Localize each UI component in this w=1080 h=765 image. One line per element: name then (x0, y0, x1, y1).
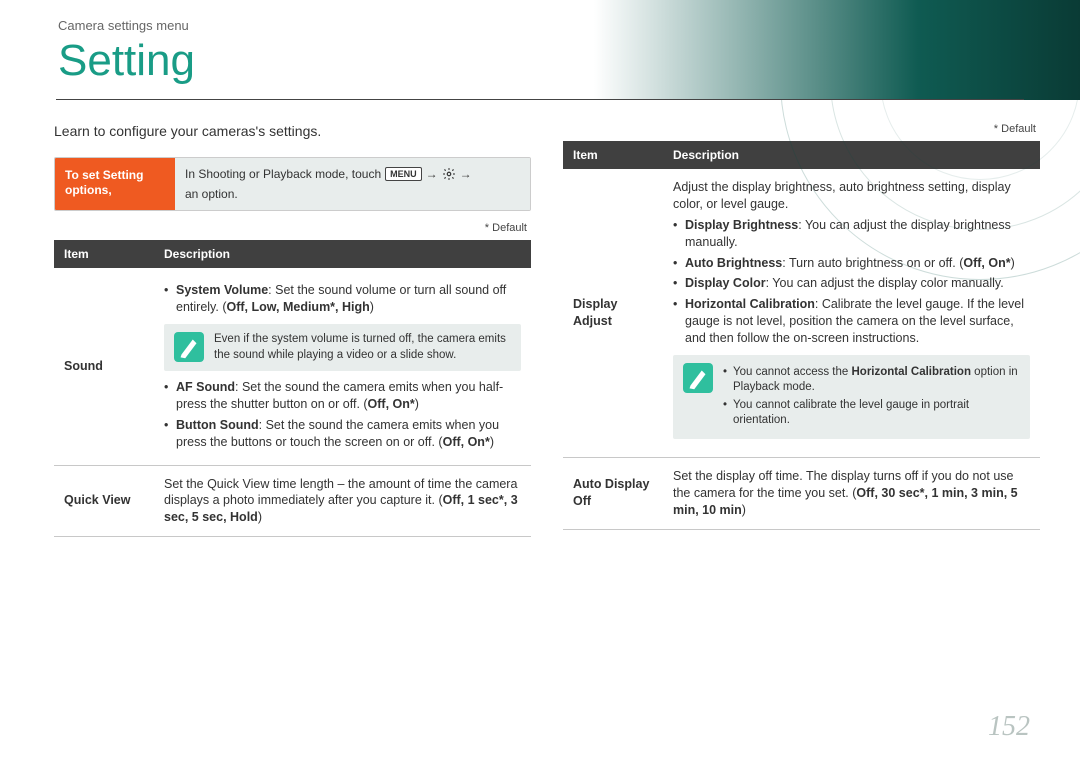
col-header-desc: Description (154, 240, 531, 268)
list-item: Horizontal Calibration: Calibrate the le… (673, 296, 1030, 347)
opt-close: ) (258, 510, 262, 524)
opt-label: Display Color (685, 276, 766, 290)
menu-key-icon: MENU (385, 167, 422, 181)
right-column: * Default Item Description Display Adjus… (563, 122, 1040, 537)
table-row: Auto Display Off Set the display off tim… (563, 457, 1040, 529)
page-number: 152 (988, 711, 1030, 743)
instruction-label: To set Setting options, (55, 158, 175, 210)
header-rule (56, 99, 1024, 100)
opt-close: ) (370, 300, 374, 314)
opt-text: : You can adjust the display color manua… (766, 276, 1004, 290)
arrow-icon: → (426, 166, 438, 182)
row-item-display-adjust: Display Adjust (563, 169, 663, 457)
list-item: Display Brightness: You can adjust the d… (673, 217, 1030, 251)
opt-label: Button Sound (176, 418, 259, 432)
list-item: AF Sound: Set the sound the camera emits… (164, 379, 521, 413)
opt-label: System Volume (176, 283, 268, 297)
opt-close: ) (415, 397, 419, 411)
instruction-bar: To set Setting options, In Shooting or P… (54, 157, 531, 211)
instruction-body: In Shooting or Playback mode, touch MENU… (175, 158, 530, 210)
opt-close: ) (490, 435, 494, 449)
col-header-item: Item (54, 240, 154, 268)
row-item-auto-display-off: Auto Display Off (563, 457, 663, 529)
row-item-quickview: Quick View (54, 465, 154, 537)
row-desc-auto-display-off: Set the display off time. The display tu… (663, 457, 1040, 529)
opt-values: Off, On* (443, 435, 490, 449)
table-row: Quick View Set the Quick View time lengt… (54, 465, 531, 537)
opt-label: Horizontal Calibration (685, 297, 815, 311)
instruction-suffix: an option. (185, 186, 238, 202)
opt-label: Display Brightness (685, 218, 798, 232)
note-part: You cannot access the (733, 366, 852, 378)
left-column: Learn to configure your cameras's settin… (54, 122, 531, 537)
note-box: Even if the system volume is turned off,… (164, 324, 521, 371)
note-box: You cannot access the Horizontal Calibra… (673, 355, 1030, 439)
pen-note-icon (683, 363, 713, 393)
default-footnote: * Default (54, 221, 527, 236)
opt-values: Off, Low, Medium*, High (226, 300, 369, 314)
opt-close: ) (1011, 256, 1015, 270)
col-header-desc: Description (663, 141, 1040, 169)
col-header-item: Item (563, 141, 663, 169)
opt-values: Off, On* (368, 397, 415, 411)
instruction-prefix: In Shooting or Playback mode, touch (185, 166, 381, 182)
opt-values: Off, On* (963, 256, 1010, 270)
note-bold: Horizontal Calibration (852, 366, 971, 378)
intro-text: Learn to configure your cameras's settin… (54, 122, 531, 141)
table-row: Sound System Volume: Set the sound volum… (54, 268, 531, 465)
default-footnote: * Default (563, 122, 1036, 137)
list-item: Display Color: You can adjust the displa… (673, 275, 1030, 292)
opt-label: Auto Brightness (685, 256, 782, 270)
settings-table-right: Item Description Display Adjust Adjust t… (563, 141, 1040, 530)
table-row: Display Adjust Adjust the display bright… (563, 169, 1040, 457)
list-item: Auto Brightness: Turn auto brightness on… (673, 255, 1030, 272)
note-text: Even if the system volume is turned off,… (214, 332, 511, 363)
arrow-icon: → (460, 166, 472, 182)
row-desc-quickview: Set the Quick View time length – the amo… (154, 465, 531, 537)
gear-icon (442, 167, 456, 181)
opt-text: : Turn auto brightness on or off. ( (782, 256, 963, 270)
row-lead: Adjust the display brightness, auto brig… (673, 179, 1030, 213)
settings-table-left: Item Description Sound System Volume: Se… (54, 240, 531, 537)
note-item: You cannot access the Horizontal Calibra… (723, 365, 1020, 396)
list-item: System Volume: Set the sound volume or t… (164, 282, 521, 316)
list-item: Button Sound: Set the sound the camera e… (164, 417, 521, 451)
row-item-sound: Sound (54, 268, 154, 465)
page-title: Setting (58, 36, 195, 86)
breadcrumb: Camera settings menu (58, 18, 189, 33)
opt-close: ) (742, 503, 746, 517)
note-item: You cannot calibrate the level gauge in … (723, 398, 1020, 429)
page-header: Camera settings menu Setting (0, 0, 1080, 100)
note-text: You cannot access the Horizontal Calibra… (723, 363, 1020, 431)
pen-note-icon (174, 332, 204, 362)
opt-label: AF Sound (176, 380, 235, 394)
